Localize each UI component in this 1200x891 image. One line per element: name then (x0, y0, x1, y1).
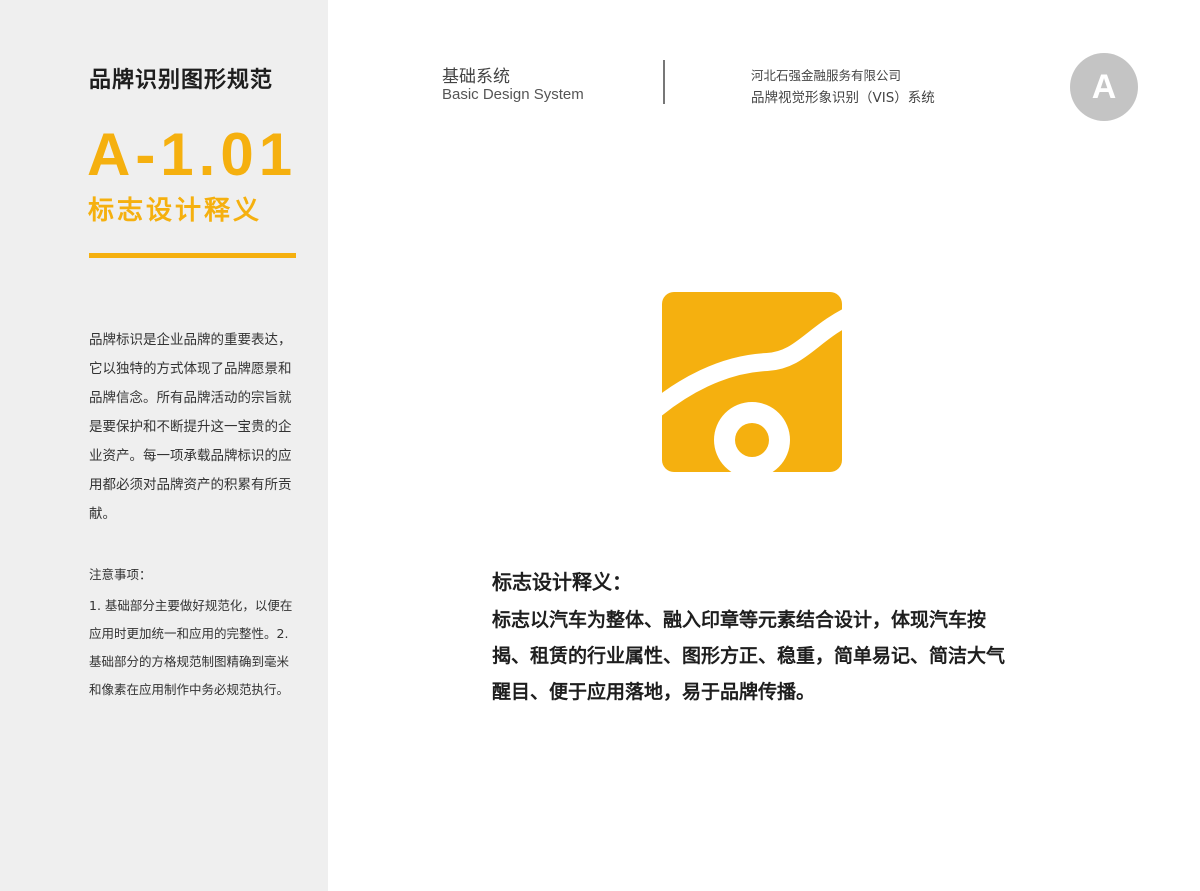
intro-paragraph: 品牌标识是企业品牌的重要表达，它以独特的方式体现了品牌愿景和品牌信念。所有品牌活… (89, 332, 292, 522)
header-divider (663, 60, 665, 104)
logo-graphic (662, 292, 842, 472)
section-code: A-1.01 (87, 121, 298, 188)
car-seal-logo-icon (662, 292, 842, 472)
explanation-body: 标志以汽车为整体、融入印章等元素结合设计，体现汽车按揭、租赁的行业属性、图形方正… (492, 609, 1006, 703)
wheel-inner (735, 423, 769, 457)
guideline-title: 品牌识别图形规范 (89, 68, 274, 93)
system-name-en: Basic Design System (442, 86, 584, 103)
notes-paragraph: 1. 基础部分主要做好规范化，以便在应用时更加统一和应用的完整性。2. 基础部分… (89, 598, 293, 697)
section-title: 标志设计释义 (88, 196, 263, 226)
notes-heading: 注意事项： (89, 567, 152, 582)
accent-divider (89, 253, 296, 258)
sidebar-panel: 品牌识别图形规范 A-1.01 标志设计释义 品牌标识是企业品牌的重要表达，它以… (0, 0, 328, 891)
system-name-cn: 基础系统 (442, 67, 510, 87)
vis-system-label: 品牌视觉形象识别（VIS）系统 (751, 90, 935, 106)
explanation-title: 标志设计释义： (492, 570, 632, 594)
company-name: 河北石强金融服务有限公司 (751, 68, 902, 83)
page-badge: A (1070, 53, 1138, 121)
